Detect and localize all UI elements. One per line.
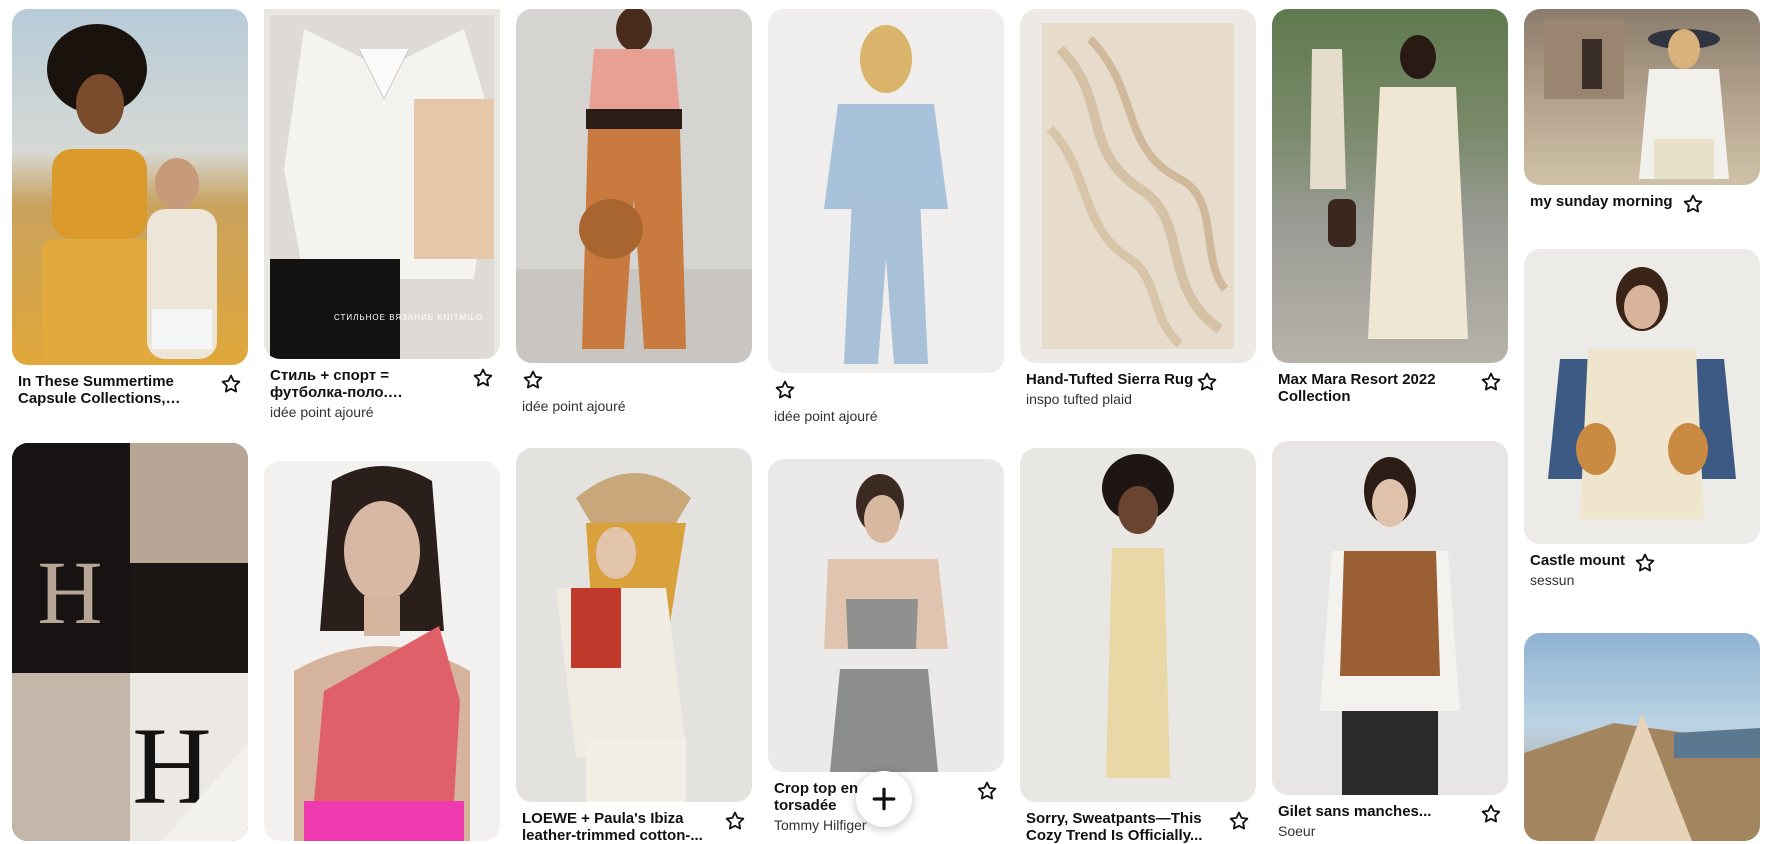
pin-illustration bbox=[824, 25, 948, 364]
add-button[interactable] bbox=[856, 771, 912, 827]
pin-card[interactable]: СТИЛЬНОЕ ВЯЗАНИЕ KNITMILO Стиль + спорт … bbox=[264, 9, 500, 421]
pin-image[interactable] bbox=[1020, 448, 1256, 802]
pin-card[interactable]: In These Summertime Capsule Collections,… bbox=[12, 9, 248, 407]
pin-image[interactable] bbox=[516, 448, 752, 802]
pin-card[interactable]: my sunday morning bbox=[1524, 9, 1760, 213]
pin-illustration: H H bbox=[12, 443, 248, 841]
pin-illustration bbox=[294, 466, 470, 841]
pin-title[interactable]: Gilet sans manches... bbox=[1278, 803, 1460, 820]
pin-image[interactable] bbox=[1020, 9, 1256, 363]
save-star-icon[interactable] bbox=[220, 373, 242, 395]
pin-illustration bbox=[1548, 267, 1736, 519]
pin-meta: LOEWE + Paula's Ibiza leather-trimmed co… bbox=[516, 802, 752, 844]
pin-card[interactable]: Sorry, Sweatpants—This Cozy Trend Is Off… bbox=[1020, 448, 1256, 844]
save-star-icon[interactable] bbox=[774, 379, 796, 401]
svg-text:H: H bbox=[38, 544, 103, 643]
pin-meta: my sunday morning bbox=[1524, 185, 1760, 213]
pin-title[interactable]: In These Summertime Capsule Collections,… bbox=[18, 373, 200, 407]
pin-image[interactable] bbox=[768, 9, 1004, 373]
pin-image[interactable] bbox=[1524, 9, 1760, 185]
pin-card[interactable] bbox=[264, 461, 500, 841]
pin-meta: Hand-Tufted Sierra Rug inspo tufted plai… bbox=[1020, 363, 1256, 408]
pin-meta: Sorry, Sweatpants—This Cozy Trend Is Off… bbox=[1020, 802, 1256, 844]
pin-image[interactable] bbox=[1524, 633, 1760, 841]
save-star-icon[interactable] bbox=[472, 367, 494, 389]
pin-card[interactable]: Gilet sans manches... Soeur bbox=[1272, 441, 1508, 840]
pin-meta: Gilet sans manches... Soeur bbox=[1272, 795, 1508, 840]
pin-board-name[interactable]: idée point ajouré bbox=[774, 407, 956, 425]
pin-board-name[interactable]: idée point ajouré bbox=[270, 403, 452, 421]
save-star-icon[interactable] bbox=[724, 810, 746, 832]
pin-image[interactable] bbox=[264, 461, 500, 841]
pin-card[interactable]: LOEWE + Paula's Ibiza leather-trimmed co… bbox=[516, 448, 752, 844]
pin-title[interactable]: LOEWE + Paula's Ibiza leather-trimmed co… bbox=[522, 810, 704, 844]
pin-title[interactable]: Castle mount bbox=[1530, 552, 1712, 569]
save-star-icon[interactable] bbox=[976, 780, 998, 802]
save-star-icon[interactable] bbox=[1682, 193, 1704, 215]
pin-title[interactable]: Sorry, Sweatpants—This Cozy Trend Is Off… bbox=[1026, 810, 1208, 844]
pin-image[interactable] bbox=[1524, 249, 1760, 544]
pin-illustration bbox=[516, 9, 752, 363]
pin-image[interactable] bbox=[516, 9, 752, 363]
pin-image[interactable] bbox=[12, 9, 248, 365]
pin-image[interactable] bbox=[768, 459, 1004, 772]
pin-illustration bbox=[556, 473, 691, 802]
save-star-icon[interactable] bbox=[1480, 371, 1502, 393]
plus-icon bbox=[872, 787, 896, 811]
pin-board-name[interactable]: idée point ajouré bbox=[522, 397, 704, 415]
pin-illustration bbox=[1310, 35, 1468, 339]
save-star-icon[interactable] bbox=[1196, 371, 1218, 393]
pin-title[interactable]: Стиль + спорт = футболка-поло. История с… bbox=[270, 367, 452, 401]
pin-card[interactable]: idée point ajouré bbox=[516, 9, 752, 415]
pin-overlay-text: СТИЛЬНОЕ ВЯЗАНИЕ KNITMILO bbox=[334, 313, 484, 322]
pin-image[interactable] bbox=[1272, 9, 1508, 363]
pin-card[interactable]: idée point ajouré bbox=[768, 9, 1004, 425]
pin-illustration bbox=[1320, 457, 1460, 795]
pin-image[interactable]: СТИЛЬНОЕ ВЯЗАНИЕ KNITMILO bbox=[264, 9, 500, 359]
pin-meta: Max Mara Resort 2022 Collection bbox=[1272, 363, 1508, 405]
pin-board-name[interactable]: inspo tufted plaid bbox=[1026, 390, 1208, 408]
pin-card[interactable] bbox=[1524, 633, 1760, 841]
pin-title[interactable]: Hand-Tufted Sierra Rug bbox=[1026, 371, 1208, 388]
save-star-icon[interactable] bbox=[1228, 810, 1250, 832]
pin-board-name[interactable]: Soeur bbox=[1278, 822, 1460, 840]
pin-card[interactable]: H H bbox=[12, 443, 248, 841]
save-star-icon[interactable] bbox=[1634, 552, 1656, 574]
pin-card[interactable]: Max Mara Resort 2022 Collection bbox=[1272, 9, 1508, 405]
pin-title[interactable]: Max Mara Resort 2022 Collection bbox=[1278, 371, 1460, 405]
pin-card[interactable]: Castle mount sessun bbox=[1524, 249, 1760, 589]
pin-illustration bbox=[270, 15, 494, 359]
pin-meta: Castle mount sessun bbox=[1524, 544, 1760, 589]
save-star-icon[interactable] bbox=[522, 369, 544, 391]
pin-image[interactable]: H H bbox=[12, 443, 248, 841]
pin-card[interactable]: Hand-Tufted Sierra Rug inspo tufted plai… bbox=[1020, 9, 1256, 408]
pin-illustration bbox=[1544, 19, 1729, 179]
pin-image[interactable] bbox=[1272, 441, 1508, 795]
pin-illustration bbox=[824, 474, 948, 772]
pin-illustration bbox=[1524, 713, 1760, 841]
pin-meta: idée point ajouré bbox=[516, 363, 752, 415]
pin-illustration bbox=[1102, 454, 1174, 778]
pin-illustration bbox=[1042, 23, 1234, 349]
pin-board-name[interactable]: sessun bbox=[1530, 571, 1712, 589]
save-star-icon[interactable] bbox=[1480, 803, 1502, 825]
pin-illustration bbox=[42, 24, 217, 365]
pin-meta: Стиль + спорт = футболка-поло. История с… bbox=[264, 359, 500, 421]
pin-meta: idée point ajouré bbox=[768, 373, 1004, 425]
pin-meta: In These Summertime Capsule Collections,… bbox=[12, 365, 248, 407]
